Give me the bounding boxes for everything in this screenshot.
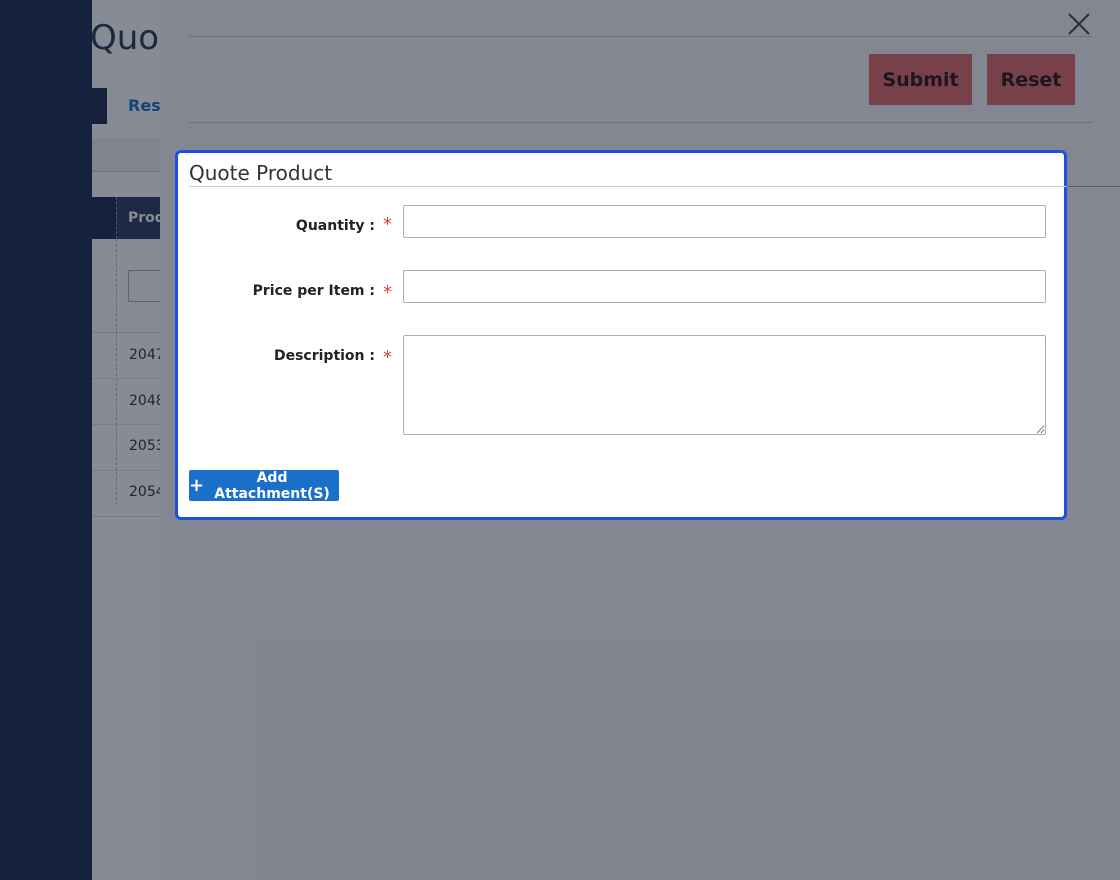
quantity-input[interactable] — [403, 205, 1046, 238]
quote-product-modal: Quote Product Quantity : * Price per Ite… — [175, 150, 1067, 520]
close-icon[interactable] — [1064, 9, 1094, 39]
required-marker: * — [383, 282, 392, 303]
quantity-label: Quantity : — [295, 218, 375, 234]
required-marker: * — [383, 214, 392, 235]
modal-title: Quote Product — [189, 161, 333, 185]
modal-divider — [189, 186, 1067, 187]
required-marker: * — [383, 347, 392, 368]
description-textarea[interactable] — [403, 335, 1046, 435]
price-per-item-label: Price per Item : — [252, 283, 375, 299]
price-per-item-input[interactable] — [403, 270, 1046, 303]
add-attachment-label: Add Attachment(S) — [214, 469, 330, 502]
add-attachment-button[interactable]: + Add Attachment(S) — [189, 469, 339, 502]
plus-icon: + — [189, 474, 205, 496]
description-label: Description : — [273, 348, 375, 364]
